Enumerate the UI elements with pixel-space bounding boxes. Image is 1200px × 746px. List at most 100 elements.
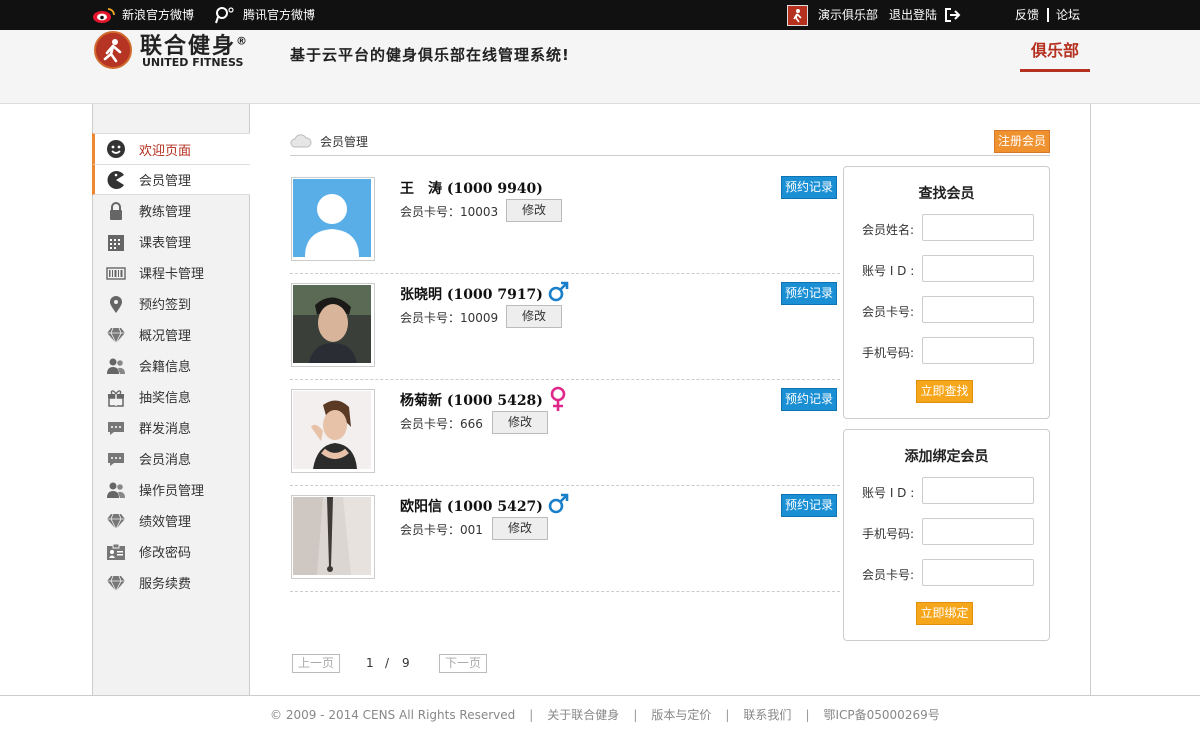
sidebar-item-schedule[interactable]: 课表管理 — [92, 226, 250, 257]
member-photo — [293, 497, 371, 575]
prev-page-button[interactable]: 上一页 — [292, 654, 340, 673]
edit-button[interactable]: 修改 — [492, 517, 548, 540]
pacman-icon — [106, 170, 126, 190]
sidebar-item-checkin[interactable]: 预约签到 — [92, 288, 250, 319]
tab-club[interactable]: 俱乐部 — [1020, 38, 1090, 72]
tencent-weibo-link[interactable]: 腾讯官方微博 — [213, 0, 315, 30]
barcode-icon — [106, 263, 126, 283]
search-member-panel: 查找会员 会员姓名: 账号 I D : 会员卡号: 手机号码: 立即查找 — [843, 166, 1050, 419]
member-card: 会员卡号：666 — [400, 417, 483, 431]
member-name[interactable]: 杨菊新 (1000 5428) — [400, 390, 543, 410]
bind-member-panel: 添加绑定会员 账号 I D : 手机号码: 会员卡号: 立即绑定 — [843, 429, 1050, 641]
member-name[interactable]: 欧阳信 (1000 5427) — [400, 496, 543, 516]
footer-icp[interactable]: 鄂ICP备05000269号 — [823, 708, 939, 722]
member-name[interactable]: 张晓明 (1000 7917) — [400, 284, 543, 304]
footer-about-link[interactable]: 关于联合健身 — [547, 708, 619, 722]
location-pin-icon — [106, 294, 126, 314]
chat-icon — [106, 418, 126, 438]
bind-button[interactable]: 立即绑定 — [916, 602, 973, 625]
card-number-input[interactable] — [922, 296, 1034, 323]
member-photo — [293, 391, 371, 469]
section-header: 会员管理 — [290, 131, 1050, 156]
club-logo-icon — [787, 4, 808, 26]
chat-icon — [106, 449, 126, 469]
male-icon — [548, 281, 569, 302]
section-title: 会员管理 — [320, 135, 369, 149]
member-photo — [293, 285, 371, 363]
sidebar-item-membership[interactable]: 会籍信息 — [92, 350, 250, 381]
calendar-icon — [106, 232, 126, 252]
sidebar-item-coaches[interactable]: 教练管理 — [92, 195, 250, 226]
female-icon — [550, 386, 566, 411]
logout-link[interactable]: 退出登陆 — [889, 0, 961, 30]
logo-english: UNITED FITNESS — [142, 56, 244, 69]
sidebar-item-operators[interactable]: 操作员管理 — [92, 474, 250, 505]
lock-icon — [106, 201, 126, 221]
booking-record-button[interactable]: 预约记录 — [781, 388, 837, 411]
footer-contact-link[interactable]: 联系我们 — [743, 708, 791, 722]
bind-account-id-input[interactable] — [922, 477, 1034, 504]
sina-weibo-icon — [93, 8, 115, 23]
booking-record-button[interactable]: 预约记录 — [781, 176, 837, 199]
member-row: 张晓明 (1000 7917) 会员卡号：10009 修改 预约记录 — [290, 274, 840, 380]
member-avatar[interactable] — [291, 389, 375, 473]
booking-record-button[interactable]: 预约记录 — [781, 494, 837, 517]
account-id-input[interactable] — [922, 255, 1034, 282]
account-id-label: 账号 I D : — [862, 486, 915, 500]
users-icon — [106, 480, 126, 500]
copyright: © 2009 - 2014 CENS All Rights Reserved — [270, 708, 516, 722]
name-label: 会员姓名: — [862, 223, 915, 237]
sidebar-item-renewal[interactable]: 服务续费 — [92, 567, 250, 598]
member-name[interactable]: 王 涛 (1000 9940) — [400, 178, 543, 198]
footer-links: © 2009 - 2014 CENS All Rights Reserved | 关… — [270, 708, 940, 722]
edit-button[interactable]: 修改 — [492, 411, 548, 434]
phone-label: 手机号码: — [862, 346, 915, 360]
member-avatar[interactable] — [291, 283, 375, 367]
member-card: 会员卡号：10009 — [400, 311, 499, 325]
next-page-button[interactable]: 下一页 — [439, 654, 487, 673]
bind-phone-input[interactable] — [922, 518, 1034, 545]
cloud-icon — [290, 134, 312, 148]
phone-input[interactable] — [922, 337, 1034, 364]
sidebar-item-performance[interactable]: 绩效管理 — [92, 505, 250, 536]
forum-link[interactable]: 论坛 — [1056, 0, 1080, 30]
bind-card-number-input[interactable] — [922, 559, 1034, 586]
sidebar-item-course-cards[interactable]: 课程卡管理 — [92, 257, 250, 288]
sidebar-item-welcome[interactable]: 欢迎页面 — [92, 133, 250, 164]
top-bar: 新浪官方微博 腾讯官方微博 演示俱乐部 退出登陆 反馈 论坛 — [0, 0, 1200, 30]
male-icon — [548, 493, 569, 514]
member-name-input[interactable] — [922, 214, 1034, 241]
bind-panel-title: 添加绑定会员 — [904, 449, 989, 465]
id-card-icon — [106, 542, 126, 562]
footer-pricing-link[interactable]: 版本与定价 — [651, 708, 711, 722]
edit-button[interactable]: 修改 — [506, 305, 562, 328]
club-account[interactable]: 演示俱乐部 — [787, 0, 878, 30]
phone-label: 手机号码: — [862, 527, 915, 541]
tencent-weibo-icon — [215, 7, 234, 24]
page-separator: / — [385, 656, 390, 670]
account-id-label: 账号 I D : — [862, 264, 915, 278]
sina-weibo-link[interactable]: 新浪官方微博 — [92, 0, 194, 30]
gift-icon — [106, 387, 126, 407]
diamond-icon — [106, 325, 126, 345]
sidebar-item-member-messages[interactable]: 会员消息 — [92, 443, 250, 474]
search-button[interactable]: 立即查找 — [916, 380, 973, 403]
feedback-link[interactable]: 反馈 — [1015, 0, 1039, 30]
booking-record-button[interactable]: 预约记录 — [781, 282, 837, 305]
sidebar-item-change-password[interactable]: 修改密码 — [92, 536, 250, 567]
footer: © 2009 - 2014 CENS All Rights Reserved | 关… — [0, 695, 1200, 746]
sidebar-item-broadcast[interactable]: 群发消息 — [92, 412, 250, 443]
sidebar-item-members[interactable]: 会员管理 — [92, 164, 250, 195]
sidebar-item-overview[interactable]: 概况管理 — [92, 319, 250, 350]
sidebar-item-lottery[interactable]: 抽奖信息 — [92, 381, 250, 412]
member-avatar[interactable] — [291, 177, 375, 261]
card-number-label: 会员卡号: — [862, 305, 915, 319]
member-avatar[interactable] — [291, 495, 375, 579]
member-row: 王 涛 (1000 9940) 会员卡号：10003 修改 预约记录 — [290, 168, 840, 274]
logo-icon — [94, 31, 132, 69]
register-member-button[interactable]: 注册会员 — [994, 130, 1050, 153]
edit-button[interactable]: 修改 — [506, 199, 562, 222]
sidebar-nav: 欢迎页面 会员管理 教练管理 课表管理 课程卡管理 预约签到 概况管理 会籍信息… — [92, 133, 250, 598]
slogan: 基于云平台的健身俱乐部在线管理系统! — [290, 46, 570, 64]
total-pages: 9 — [402, 656, 410, 670]
